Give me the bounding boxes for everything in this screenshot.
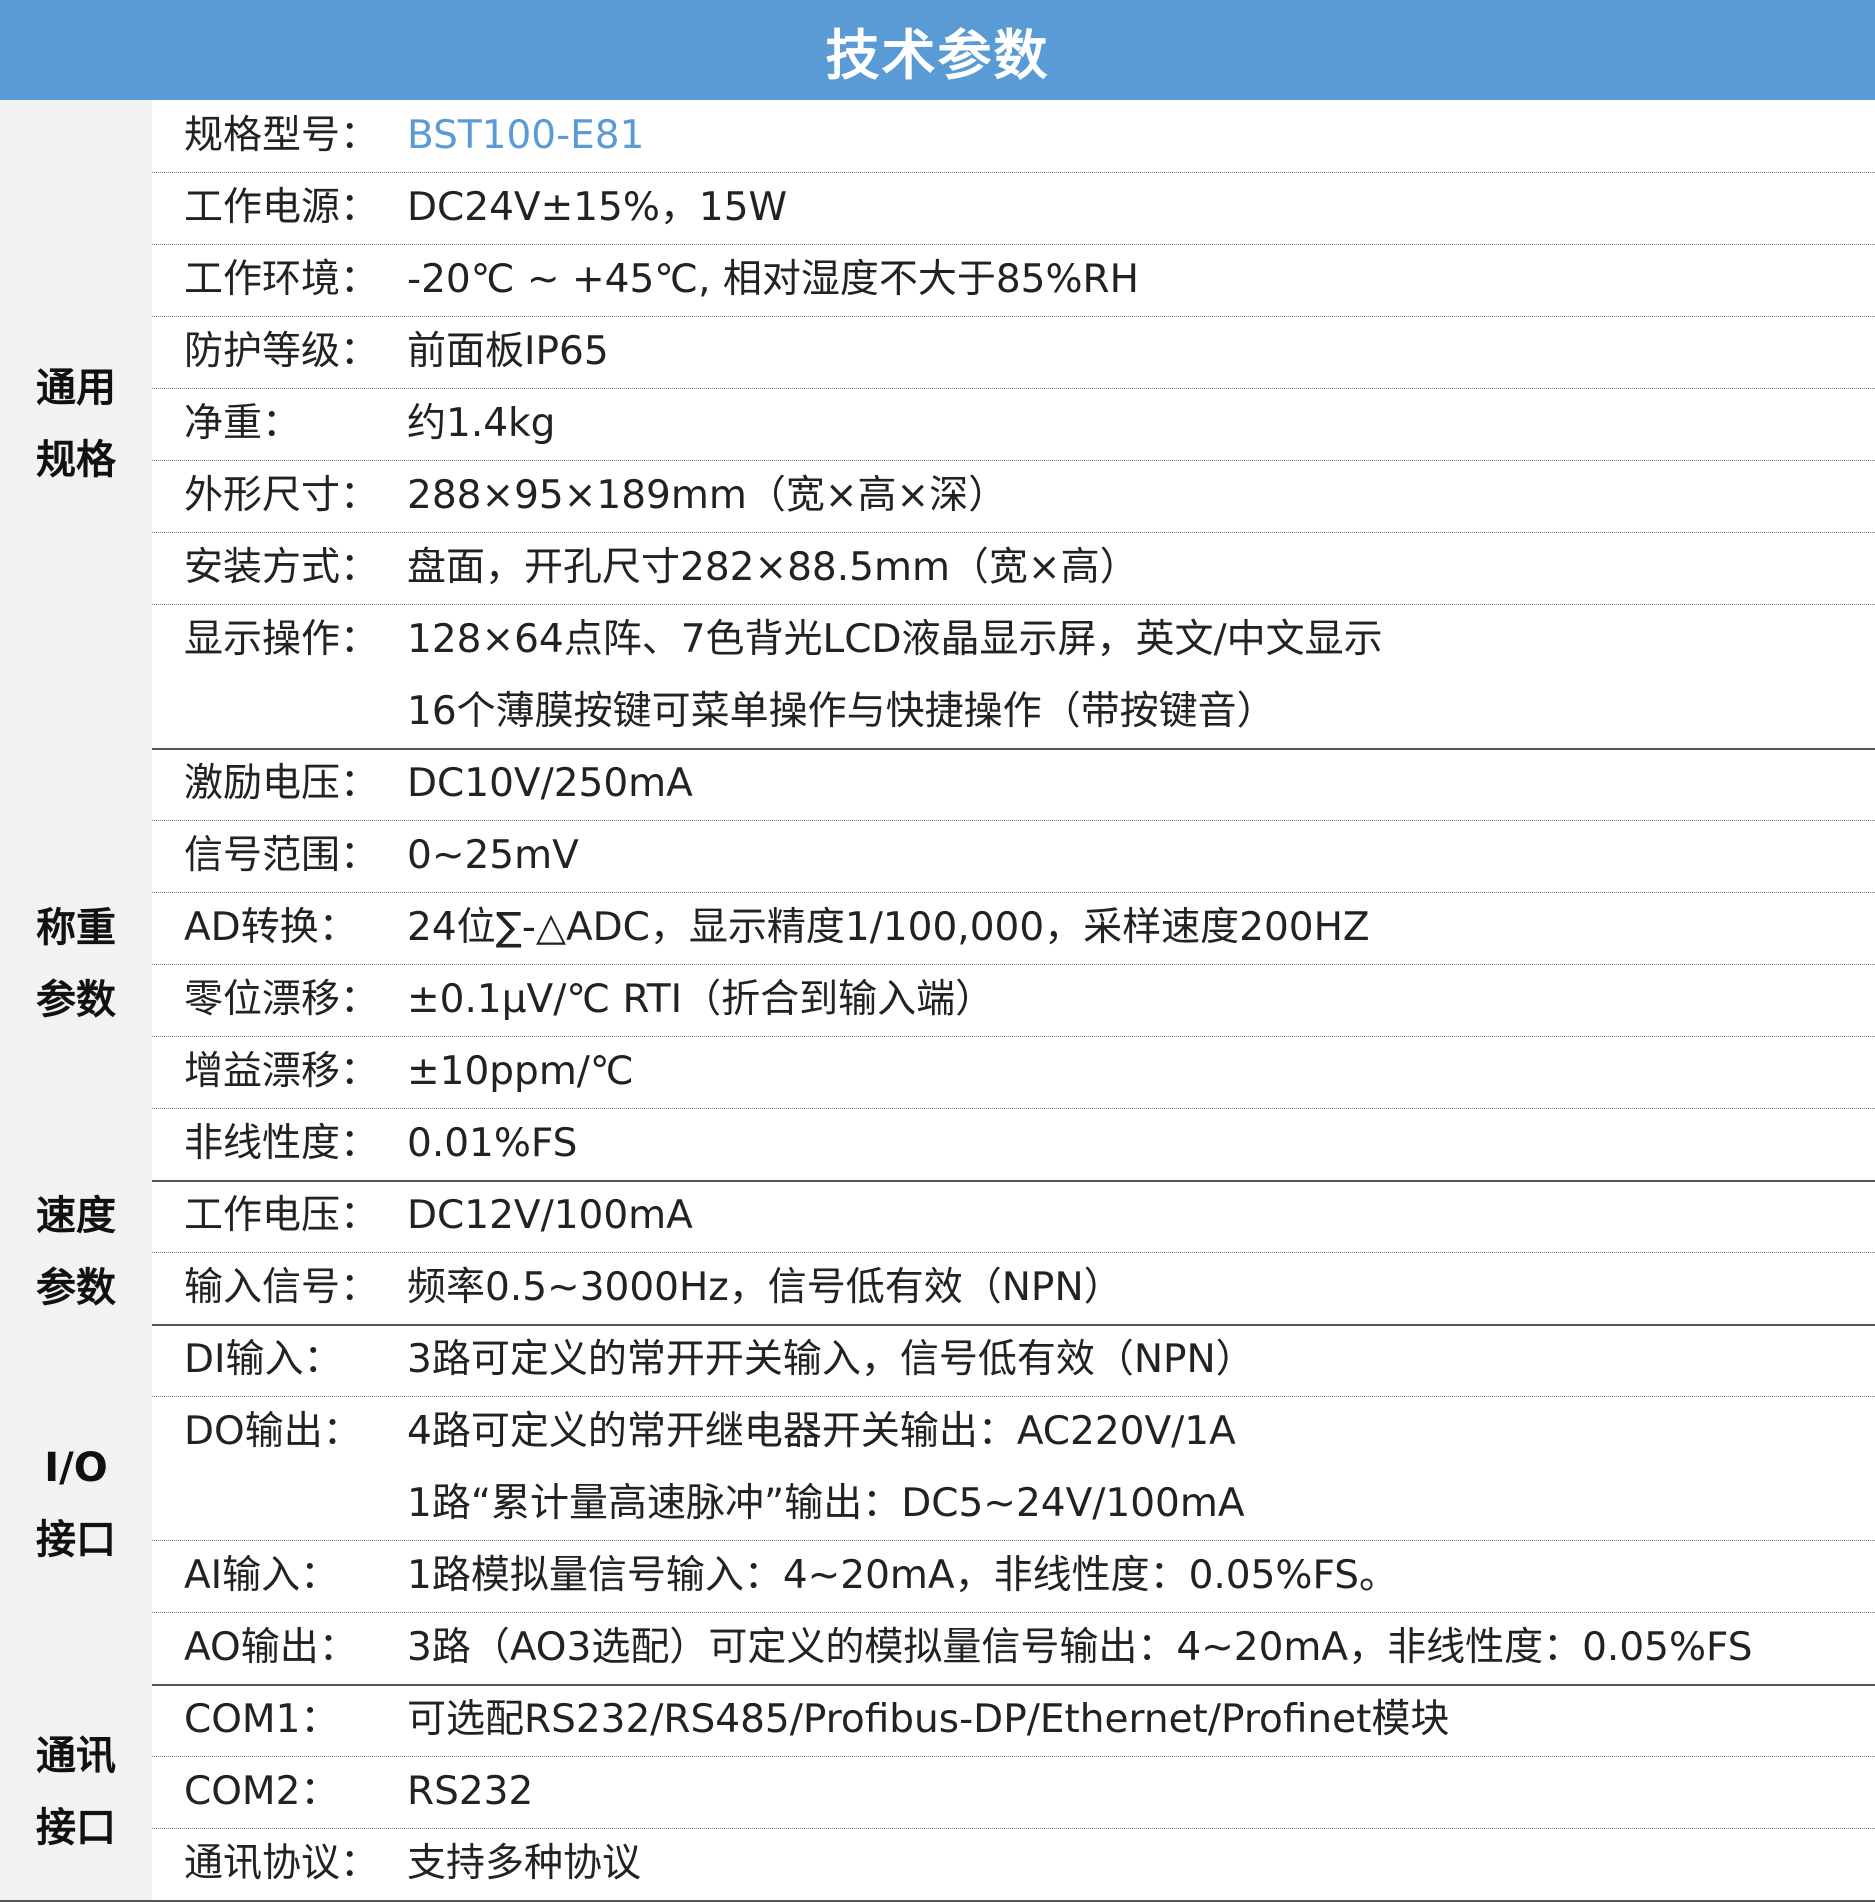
section-label: 速度 参数 <box>0 1180 152 1324</box>
spec-value: 128×64点阵、7色背光LCD液晶显示屏，英文/中文显示 <box>407 617 1383 662</box>
spec-row: 安装方式： 盘面，开孔尺寸282×88.5mm（宽×高） <box>152 532 1875 604</box>
spec-value: ±10ppm/℃ <box>407 1049 634 1094</box>
spec-value: RS232 <box>407 1769 534 1814</box>
spec-key: 净重： <box>184 401 302 446</box>
spec-value: 16个薄膜按键可菜单操作与快捷操作（带按键音） <box>407 689 1276 734</box>
spec-value: 3路可定义的常开开关输入，信号低有效（NPN） <box>407 1337 1255 1382</box>
spec-row: AI输入： 1路模拟量信号输入：4~20mA，非线性度：0.05%FS。 <box>152 1540 1875 1612</box>
spec-value: 可选配RS232/RS485/Profibus-DP/Ethernet/Prof… <box>407 1697 1450 1742</box>
section-label-line: 参数 <box>36 977 116 1023</box>
section-label-line: I/O <box>44 1445 108 1491</box>
spec-value: 盘面，开孔尺寸282×88.5mm（宽×高） <box>407 545 1139 590</box>
section-label: 称重 参数 <box>0 748 152 1180</box>
spec-key: 防护等级： <box>184 329 380 374</box>
spec-key: DI输入： <box>184 1337 343 1382</box>
spec-value: 0~25mV <box>407 833 579 878</box>
spec-value: DC10V/250mA <box>407 761 693 806</box>
spec-row: DI输入： 3路可定义的常开开关输入，信号低有效（NPN） <box>152 1324 1875 1396</box>
spec-value: BST100-E81 <box>407 113 645 158</box>
spec-row: 规格型号： BST100-E81 <box>152 100 1875 172</box>
spec-key: 零位漂移： <box>184 977 380 1022</box>
spec-row: 通讯协议： 支持多种协议 <box>152 1828 1875 1900</box>
spec-value: 支持多种协议 <box>407 1841 642 1886</box>
spec-value: ±0.1μV/℃ RTI（折合到输入端） <box>407 977 995 1022</box>
spec-value: 约1.4kg <box>407 401 556 446</box>
spec-key: COM1： <box>184 1697 340 1742</box>
spec-key: 显示操作： <box>184 617 380 662</box>
section-label-line: 通用 <box>36 365 116 411</box>
section-label: 通讯 接口 <box>0 1684 152 1900</box>
spec-value: DC12V/100mA <box>407 1193 693 1238</box>
spec-row: 防护等级： 前面板IP65 <box>152 316 1875 388</box>
spec-key: 输入信号： <box>184 1265 380 1310</box>
spec-key: 工作电压： <box>184 1193 380 1238</box>
spec-key: AI输入： <box>184 1553 340 1598</box>
spec-row: DO输出： 4路可定义的常开继电器开关输出：AC220V/1A 1路“累计量高速脉冲… <box>152 1396 1875 1540</box>
spec-row: COM2： RS232 <box>152 1756 1875 1828</box>
spec-row: 显示操作： 128×64点阵、7色背光LCD液晶显示屏，英文/中文显示 16个薄膜按… <box>152 604 1875 748</box>
spec-row: 输入信号： 频率0.5~3000Hz，信号低有效（NPN） <box>152 1252 1875 1324</box>
spec-key: 外形尺寸： <box>184 473 380 518</box>
spec-key: 信号范围： <box>184 833 380 878</box>
spec-row: 工作电源： DC24V±15%，15W <box>152 172 1875 244</box>
spec-row: COM1： 可选配RS232/RS485/Profibus-DP/Ethernet… <box>152 1684 1875 1756</box>
spec-row: 工作电压： DC12V/100mA <box>152 1180 1875 1252</box>
spec-key: AD转换： <box>184 905 358 950</box>
spec-key: 规格型号： <box>184 113 380 158</box>
spec-row: 非线性度： 0.01%FS <box>152 1108 1875 1180</box>
spec-row: 工作环境： -20℃ ~ +45℃, 相对湿度不大于85%RH <box>152 244 1875 316</box>
spec-row: 外形尺寸： 288×95×189mm（宽×高×深） <box>152 460 1875 532</box>
spec-key: 增益漂移： <box>184 1049 380 1094</box>
spec-key: 工作环境： <box>184 257 380 302</box>
spec-key: 激励电压： <box>184 761 380 806</box>
section-label-line: 接口 <box>36 1805 116 1851</box>
spec-row: 增益漂移： ±10ppm/℃ <box>152 1036 1875 1108</box>
section-label-line: 通讯 <box>36 1733 116 1779</box>
spec-row: 零位漂移： ±0.1μV/℃ RTI（折合到输入端） <box>152 964 1875 1036</box>
spec-value: -20℃ ~ +45℃, 相对湿度不大于85%RH <box>407 257 1139 302</box>
spec-row: AD转换： 24位∑-△ADC，显示精度1/100,000，采样速度200HZ <box>152 892 1875 964</box>
spec-sheet: 技术参数 通用 规格 规格型号： BST100-E81 工作电源： DC24V±15%，1… <box>0 0 1875 1902</box>
spec-key: 通讯协议： <box>184 1841 380 1886</box>
page-title: 技术参数 <box>0 0 1875 100</box>
section-label-line: 规格 <box>36 437 116 483</box>
spec-row: 激励电压： DC10V/250mA <box>152 748 1875 820</box>
spec-row: AO输出： 3路（AO3选配）可定义的模拟量信号输出：4~20mA，非线性度：0.… <box>152 1612 1875 1684</box>
spec-row: 信号范围： 0~25mV <box>152 820 1875 892</box>
spec-value: 频率0.5~3000Hz，信号低有效（NPN） <box>407 1265 1123 1310</box>
section-label-line: 速度 <box>36 1193 116 1239</box>
spec-value: 0.01%FS <box>407 1121 578 1166</box>
spec-value: DC24V±15%，15W <box>407 185 788 230</box>
spec-row: 净重： 约1.4kg <box>152 388 1875 460</box>
spec-value: 3路（AO3选配）可定义的模拟量信号输出：4~20mA，非线性度：0.05%FS <box>407 1625 1753 1670</box>
spec-key: DO输出： <box>184 1409 362 1454</box>
spec-value: 前面板IP65 <box>407 329 609 374</box>
section-label: I/O 接口 <box>0 1324 152 1684</box>
section-label-line: 称重 <box>36 905 116 951</box>
section: I/O 接口 DI输入： 3路可定义的常开开关输入，信号低有效（NPN） DO输出： 4路… <box>0 1324 1875 1684</box>
spec-key: AO输出： <box>184 1625 358 1670</box>
section-label-line: 接口 <box>36 1517 116 1563</box>
spec-value: 4路可定义的常开继电器开关输出：AC220V/1A <box>407 1409 1236 1454</box>
spec-key: COM2： <box>184 1769 340 1814</box>
section: 速度 参数 工作电压： DC12V/100mA 输入信号： 频率0.5~3000Hz，信号… <box>0 1180 1875 1324</box>
section-label-line: 参数 <box>36 1265 116 1311</box>
spec-value: 1路“累计量高速脉冲”输出：DC5~24V/100mA <box>407 1481 1245 1526</box>
section-label: 通用 规格 <box>0 100 152 748</box>
spec-key: 安装方式： <box>184 545 380 590</box>
section: 称重 参数 激励电压： DC10V/250mA 信号范围： 0~25mV AD转换： 24位∑… <box>0 748 1875 1180</box>
spec-key: 非线性度： <box>184 1121 380 1166</box>
spec-value: 1路模拟量信号输入：4~20mA，非线性度：0.05%FS。 <box>407 1553 1398 1598</box>
spec-value: 24位∑-△ADC，显示精度1/100,000，采样速度200HZ <box>407 905 1370 950</box>
section: 通讯接口 COM1： 可选配RS232/RS485/Profibus-DP/Ethe… <box>0 1684 1875 1900</box>
section: 通用 规格 规格型号： BST100-E81 工作电源： DC24V±15%，15W 工作环… <box>0 100 1875 748</box>
spec-key: 工作电源： <box>184 185 380 230</box>
spec-value: 288×95×189mm（宽×高×深） <box>407 473 1008 518</box>
